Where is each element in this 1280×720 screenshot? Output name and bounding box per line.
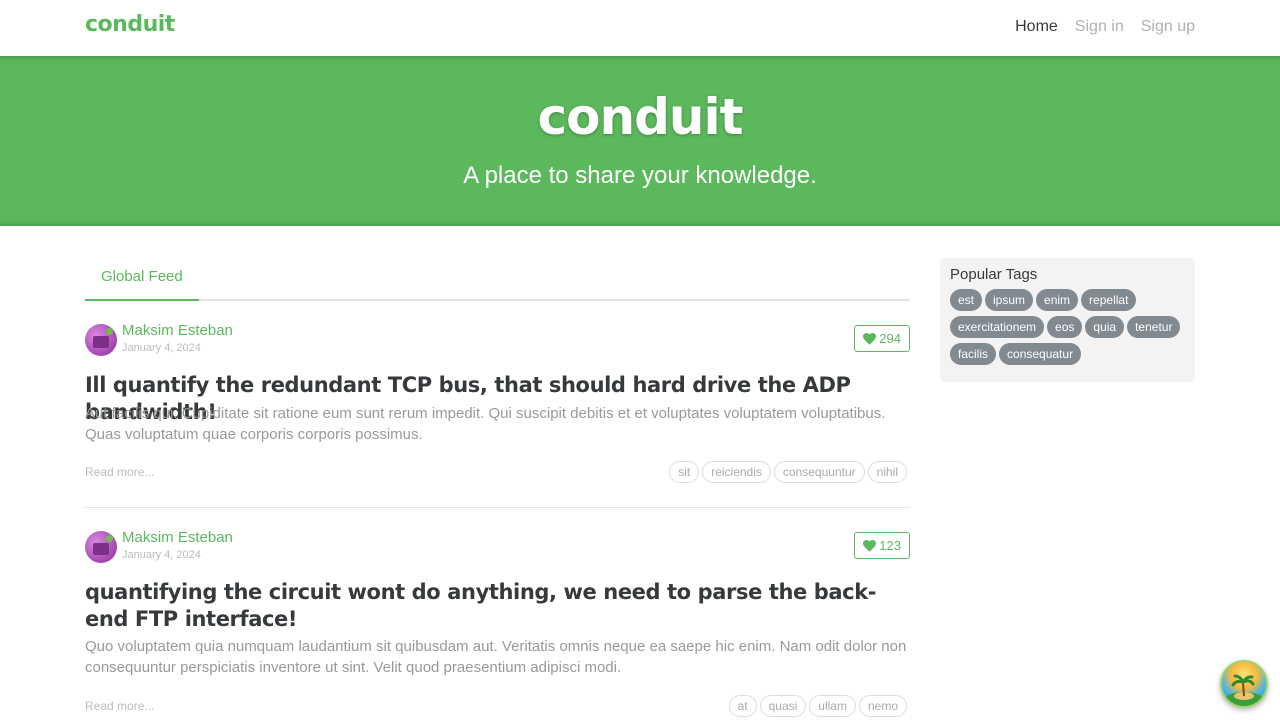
feed-toggle: Global Feed (85, 258, 910, 301)
article-tag: ullam (809, 695, 856, 717)
article-tag: at (728, 695, 757, 717)
article-preview: Maksim Esteban January 4, 2024 123 quant… (85, 525, 910, 720)
popular-tag[interactable]: est (950, 289, 983, 311)
article-tag: consequuntur (773, 461, 865, 483)
heart-icon (863, 539, 877, 552)
island-illustration (1224, 674, 1264, 706)
read-more-link[interactable]: Read more... (85, 699, 154, 713)
article-description: Aut facilis qui. Cupiditate sit ratione … (85, 405, 886, 443)
favorite-button[interactable]: 123 (854, 532, 910, 559)
read-more-link[interactable]: Read more... (85, 465, 154, 479)
favorite-count: 123 (879, 538, 901, 553)
popular-tag[interactable]: tenetur (1127, 316, 1181, 338)
article-title[interactable]: quantifying the circuit wont do anything… (85, 579, 910, 633)
nav-sign-up-link[interactable]: Sign up (1141, 18, 1195, 36)
tag-cloud: est ipsum enim repellat exercitationem e… (950, 289, 1186, 365)
hero-banner: conduit A place to share your knowledge. (0, 56, 1280, 226)
favorite-count: 294 (879, 331, 901, 346)
article-tag-list: at quasi ullam nemo (728, 695, 907, 717)
article-tag: reiciendis (702, 461, 771, 483)
article-tag: quasi (759, 695, 807, 717)
popular-tag[interactable]: repellat (1081, 289, 1137, 311)
article-preview: Maksim Esteban January 4, 2024 294 Ill q… (85, 318, 910, 508)
tab-global-feed[interactable]: Global Feed (85, 258, 199, 301)
avatar[interactable] (85, 531, 117, 563)
nav-links: Home Sign in Sign up (1015, 18, 1195, 36)
author-link[interactable]: Maksim Esteban (122, 529, 233, 546)
navbar: conduit Home Sign in Sign up (0, 0, 1280, 56)
popular-tags-sidebar: Popular Tags est ipsum enim repellat exe… (940, 258, 1195, 382)
avatar[interactable] (85, 324, 117, 356)
banner-title: conduit (537, 88, 743, 146)
favorite-button[interactable]: 294 (854, 325, 910, 352)
brand-logo[interactable]: conduit (85, 12, 175, 37)
heart-icon (863, 332, 877, 345)
popular-tag[interactable]: consequatur (999, 343, 1082, 365)
article-tag: sit (669, 461, 700, 483)
popular-tag[interactable]: facilis (950, 343, 997, 365)
author-link[interactable]: Maksim Esteban (122, 322, 233, 339)
banner-subtitle: A place to share your knowledge. (463, 162, 817, 189)
popular-tag[interactable]: enim (1036, 289, 1079, 311)
nav-home-link[interactable]: Home (1015, 18, 1058, 36)
article-date: January 4, 2024 (122, 549, 201, 561)
article-tag: nihil (867, 461, 907, 483)
popular-tag[interactable]: exercitationem (950, 316, 1045, 338)
article-tag: nemo (858, 695, 907, 717)
article-date: January 4, 2024 (122, 342, 201, 354)
popular-tag[interactable]: ipsum (985, 289, 1034, 311)
island-sun-icon[interactable] (1220, 660, 1268, 708)
popular-tag[interactable]: eos (1047, 316, 1083, 338)
article-description: Quo voluptatem quia numquam laudantium s… (85, 638, 907, 676)
sidebar-title: Popular Tags (950, 266, 1038, 283)
nav-sign-in-link[interactable]: Sign in (1075, 18, 1124, 36)
popular-tag[interactable]: quia (1085, 316, 1125, 338)
article-tag-list: sit reiciendis consequuntur nihil (669, 461, 907, 483)
